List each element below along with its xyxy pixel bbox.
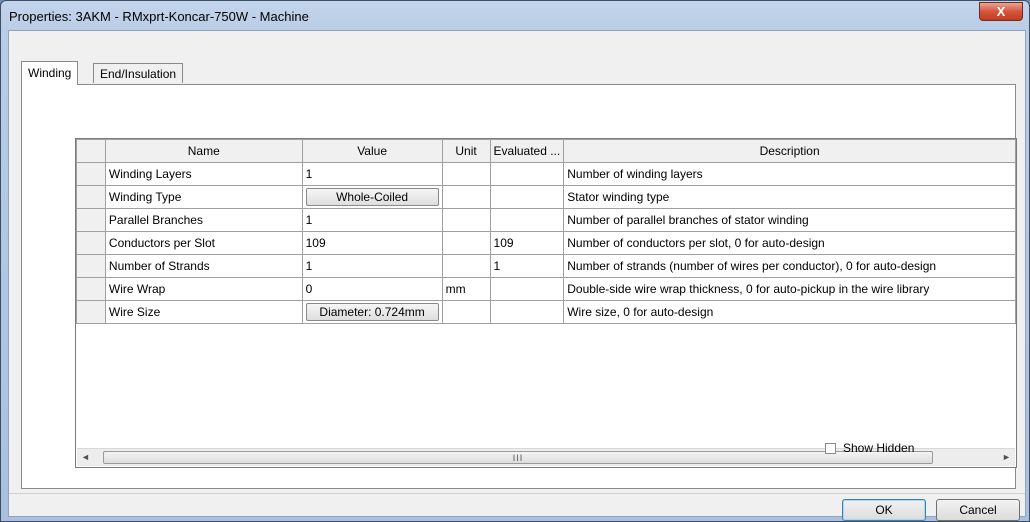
value-cell[interactable]: 1 (301, 254, 443, 278)
scrollbar-thumb[interactable]: III (103, 451, 933, 464)
unit-cell (441, 162, 491, 186)
name-cell: Winding Layers (104, 162, 303, 186)
table-row[interactable]: Wire Wrap 0 mm Double-side wire wrap thi… (76, 277, 1016, 301)
evaluated-cell (489, 208, 565, 232)
scroll-left-arrow-icon[interactable]: ◄ (77, 449, 94, 466)
winding-tab-panel: Name Value Unit Evaluated ... Descriptio… (21, 84, 1017, 489)
unit-cell (441, 231, 491, 255)
column-header-description[interactable]: Description (563, 139, 1016, 163)
wire-size-button[interactable]: Diameter: 0.724mm (305, 303, 439, 321)
header-row: Name Value Unit Evaluated ... Descriptio… (76, 139, 1016, 163)
name-cell: Winding Type (104, 185, 303, 209)
unit-cell: mm (441, 277, 491, 301)
value-cell[interactable]: 1 (301, 208, 443, 232)
scroll-right-arrow-icon[interactable]: ► (998, 449, 1015, 466)
column-header-name[interactable]: Name (104, 139, 303, 163)
name-cell: Wire Size (104, 300, 303, 324)
row-header[interactable] (76, 162, 106, 186)
column-header-evaluated[interactable]: Evaluated ... (489, 139, 565, 163)
table-row[interactable]: Wire Size Diameter: 0.724mm Wire size, 0… (76, 300, 1016, 324)
footer-separator (9, 493, 1025, 494)
evaluated-cell (489, 162, 565, 186)
name-cell: Wire Wrap (104, 277, 303, 301)
row-header[interactable] (76, 300, 106, 324)
evaluated-cell (489, 185, 565, 209)
tab-end-insulation[interactable]: End/Insulation (93, 63, 184, 83)
row-header[interactable] (76, 254, 106, 278)
description-cell: Number of conductors per slot, 0 for aut… (563, 231, 1016, 255)
window-title: Properties: 3AKM - RMxprt-Koncar-750W - … (9, 9, 309, 24)
cancel-button[interactable]: Cancel (936, 499, 1020, 521)
description-cell: Wire size, 0 for auto-design (563, 300, 1016, 324)
unit-cell (441, 208, 491, 232)
name-cell: Number of Strands (104, 254, 303, 278)
value-cell[interactable]: 1 (301, 162, 443, 186)
description-cell: Number of parallel branches of stator wi… (563, 208, 1016, 232)
show-hidden-option[interactable]: Show Hidden (825, 441, 914, 455)
value-cell[interactable]: 109 (301, 231, 443, 255)
column-header-unit[interactable]: Unit (441, 139, 491, 163)
table-row[interactable]: Parallel Branches 1 Number of parallel b… (76, 208, 1016, 232)
winding-type-button[interactable]: Whole-Coiled (305, 188, 439, 206)
show-hidden-label: Show Hidden (843, 441, 915, 455)
description-cell: Stator winding type (563, 185, 1016, 209)
description-cell: Double-side wire wrap thickness, 0 for a… (563, 277, 1016, 301)
name-cell: Conductors per Slot (104, 231, 303, 255)
row-header[interactable] (76, 231, 106, 255)
description-cell: Number of winding layers (563, 162, 1016, 186)
row-header[interactable] (76, 185, 106, 209)
evaluated-cell (489, 300, 565, 324)
row-header[interactable] (76, 277, 106, 301)
scrollbar-grip-icon: III (512, 453, 524, 463)
table-row[interactable]: Conductors per Slot 109 109 Number of co… (76, 231, 1016, 255)
description-cell: Number of strands (number of wires per c… (563, 254, 1016, 278)
value-cell: Diameter: 0.724mm (301, 300, 443, 324)
evaluated-cell: 109 (489, 231, 565, 255)
title-bar[interactable]: Properties: 3AKM - RMxprt-Koncar-750W - … (1, 1, 1029, 29)
table-row[interactable]: Winding Type Whole-Coiled Stator winding… (76, 185, 1016, 209)
dialog-client-area: Winding End/Insulation Name Value Unit E… (8, 30, 1026, 521)
unit-cell (441, 254, 491, 278)
evaluated-cell: 1 (489, 254, 565, 278)
show-hidden-checkbox[interactable] (825, 442, 836, 454)
name-cell: Parallel Branches (104, 208, 303, 232)
tab-winding[interactable]: Winding (21, 61, 79, 85)
corner-cell (76, 139, 106, 163)
value-cell: Whole-Coiled (301, 185, 443, 209)
column-header-value[interactable]: Value (301, 139, 443, 163)
unit-cell (441, 185, 491, 209)
table-row[interactable]: Number of Strands 1 1 Number of strands … (76, 254, 1016, 278)
ok-button[interactable]: OK (842, 499, 926, 521)
properties-table: Name Value Unit Evaluated ... Descriptio… (76, 139, 1016, 324)
value-cell[interactable]: 0 (301, 277, 443, 301)
properties-grid: Name Value Unit Evaluated ... Descriptio… (75, 138, 1017, 468)
properties-dialog: Properties: 3AKM - RMxprt-Koncar-750W - … (0, 0, 1030, 522)
close-button[interactable]: X (979, 2, 1023, 21)
unit-cell (441, 300, 491, 324)
row-header[interactable] (76, 208, 106, 232)
evaluated-cell (489, 277, 565, 301)
table-row[interactable]: Winding Layers 1 Number of winding layer… (76, 162, 1016, 186)
